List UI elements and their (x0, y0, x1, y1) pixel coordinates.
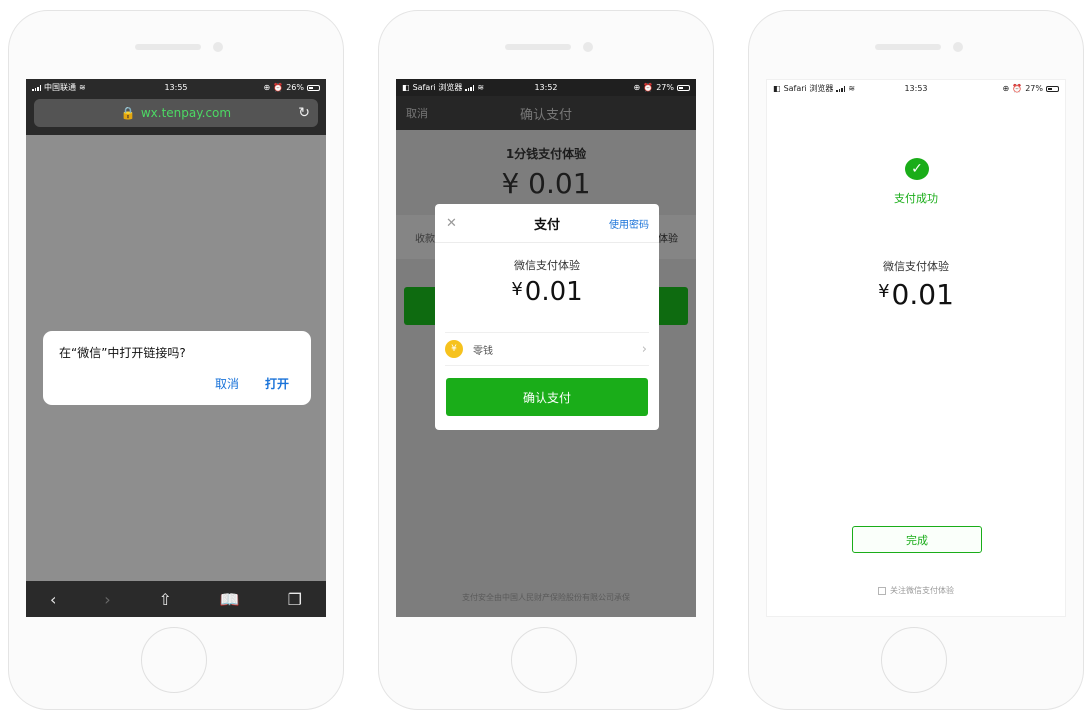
use-password-link[interactable]: 使用密码 (609, 216, 649, 231)
chevron-right-icon: › (641, 341, 647, 357)
dialog-message: 在“微信”中打开链接吗? (59, 346, 186, 360)
status-bar: ◧ Safari 浏览器 ≋ 13:52 ⊕ ⏰ 27% (396, 79, 696, 96)
signal-icon (836, 85, 846, 92)
speaker (875, 44, 941, 50)
home-button[interactable] (511, 627, 577, 693)
amount-value: 0.01 (891, 278, 954, 311)
carrier: Safari 浏览器 (783, 84, 834, 93)
signal-icon (465, 84, 475, 91)
bookmarks-icon[interactable]: 📖 (220, 590, 240, 609)
carrier: 中国联通 (44, 83, 76, 92)
currency-symbol: ¥ (511, 279, 523, 300)
url-text: wx.tenpay.com (140, 106, 232, 120)
lock-rotation-icon: ⊕ (1002, 84, 1010, 93)
forward-icon[interactable]: › (104, 590, 110, 609)
open-in-wechat-dialog: 在“微信”中打开链接吗? 取消 打开 (43, 331, 311, 405)
battery-percent: 27% (1025, 84, 1043, 93)
battery-percent: 27% (656, 83, 674, 92)
payment-method-row[interactable]: ¥ 零钱 › (445, 332, 649, 366)
carrier: Safari 浏览器 (412, 83, 463, 92)
battery-icon (1046, 85, 1059, 92)
browser-top-bar: 中国联通 ≋ 13:55 ⊕ ⏰ 26% 🔒 wx.tenpay.com ↻ (26, 79, 326, 135)
signal-icon (32, 84, 41, 91)
currency-symbol: ¥ (878, 281, 890, 302)
order-row-value: 体验 (658, 234, 678, 245)
status-bar: ◧ Safari 浏览器 ≋ 13:53 ⊕ ⏰ 27% (767, 80, 1065, 97)
nav-title: 确认支付 (519, 107, 572, 123)
sheet-amount: ¥0.01 (435, 277, 659, 307)
battery-percent: 26% (286, 83, 304, 92)
lock-rotation-icon: ⊕ (263, 83, 271, 92)
payment-method-label: 零钱 (473, 345, 493, 357)
back-to-app-icon[interactable]: ◧ (402, 83, 410, 92)
status-bar: 中国联通 ≋ 13:55 ⊕ ⏰ 26% (26, 79, 326, 96)
front-camera (583, 42, 593, 52)
confirm-payment-button[interactable]: 确认支付 (446, 378, 648, 416)
phone-frame-1: 中国联通 ≋ 13:55 ⊕ ⏰ 26% 🔒 wx.tenpay.com ↻ 在“微信… (8, 10, 344, 710)
screen-browser: 中国联通 ≋ 13:55 ⊕ ⏰ 26% 🔒 wx.tenpay.com ↻ 在“微信… (26, 79, 326, 617)
close-icon[interactable]: ✕ (446, 216, 457, 231)
nav-cancel-button[interactable]: 取消 (406, 105, 428, 121)
wallet-coin-icon: ¥ (445, 340, 463, 358)
cancel-button[interactable]: 取消 (215, 375, 239, 392)
battery-icon (307, 84, 320, 91)
lock-rotation-icon: ⊕ (633, 83, 641, 92)
alarm-icon: ⏰ (643, 83, 654, 92)
screen-confirm-payment: ◧ Safari 浏览器 ≋ 13:52 ⊕ ⏰ 27% 取消 确认支付 1分钱支付体验… (396, 79, 696, 617)
tabs-icon[interactable]: ❐ (288, 590, 302, 609)
phone-frame-2: ◧ Safari 浏览器 ≋ 13:52 ⊕ ⏰ 27% 取消 确认支付 1分钱支付体验… (378, 10, 714, 710)
sheet-header: ✕ 支付 使用密码 (435, 204, 659, 243)
sheet-item-name: 微信支付体验 (514, 259, 580, 272)
screen-payment-success: ◧ Safari 浏览器 ≋ 13:53 ⊕ ⏰ 27% ✓ 支付成功 微信支付体验 ¥… (766, 79, 1066, 617)
follow-checkbox[interactable] (878, 586, 886, 595)
paid-item-name: 微信支付体验 (883, 260, 949, 273)
battery-icon (677, 84, 690, 91)
front-camera (953, 42, 963, 52)
paid-amount: ¥0.01 (767, 278, 1065, 311)
speaker (135, 44, 201, 50)
payment-sheet: ✕ 支付 使用密码 微信支付体验 ¥0.01 ¥ 零钱 › 确认支付 (435, 204, 659, 430)
wifi-icon: ≋ (79, 83, 86, 92)
home-button[interactable] (881, 627, 947, 693)
nav-bar: 取消 确认支付 (396, 96, 696, 130)
success-check-icon: ✓ (905, 158, 929, 180)
browser-toolbar: ‹ › ⇧ 📖 ❐ (26, 581, 326, 617)
done-button[interactable]: 完成 (852, 526, 982, 553)
reload-icon[interactable]: ↻ (298, 105, 310, 121)
speaker (505, 44, 571, 50)
phone-frame-3: ◧ Safari 浏览器 ≋ 13:53 ⊕ ⏰ 27% ✓ 支付成功 微信支付体验 ¥… (748, 10, 1084, 710)
amount-value: 0.01 (524, 277, 583, 307)
alarm-icon: ⏰ (273, 83, 284, 92)
order-row-label: 收款 (415, 234, 435, 245)
alarm-icon: ⏰ (1012, 84, 1023, 93)
front-camera (213, 42, 223, 52)
back-to-app-icon[interactable]: ◧ (773, 84, 781, 93)
back-icon[interactable]: ‹ (50, 590, 56, 609)
follow-label: 关注微信支付体验 (890, 586, 954, 595)
share-icon[interactable]: ⇧ (159, 590, 172, 609)
wifi-icon: ≋ (477, 83, 485, 92)
open-button[interactable]: 打开 (265, 375, 289, 392)
lock-icon: 🔒 (120, 106, 136, 120)
success-text: 支付成功 (894, 192, 938, 205)
order-amount: ¥ 0.01 (501, 167, 591, 200)
address-bar[interactable]: 🔒 wx.tenpay.com ↻ (34, 99, 318, 127)
wifi-icon: ≋ (848, 84, 856, 93)
order-title: 1分钱支付体验 (505, 147, 587, 161)
follow-option[interactable]: 关注微信支付体验 (767, 585, 1065, 596)
insurance-footer: 支付安全由中国人民财产保险股份有限公司承保 (462, 593, 630, 602)
sheet-title: 支付 (533, 217, 560, 233)
home-button[interactable] (141, 627, 207, 693)
